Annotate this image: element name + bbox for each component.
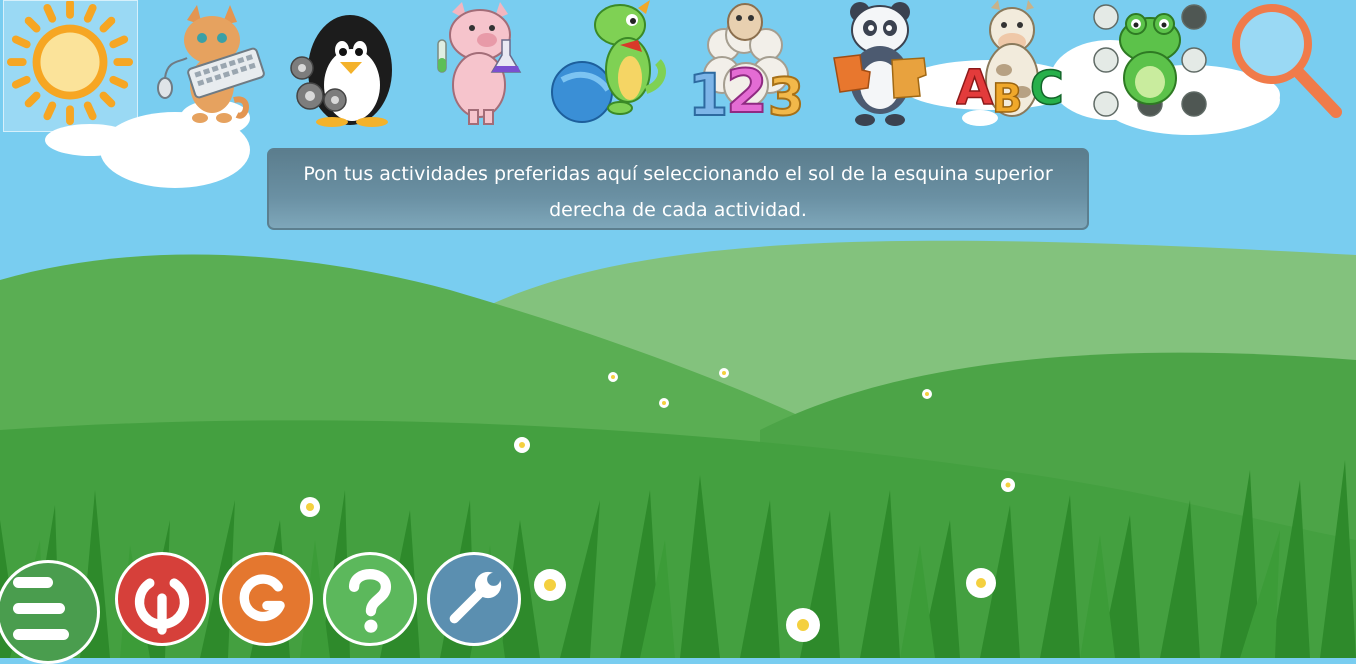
activity-scene: 1 2 3 A B C Pon tus actividades preferid… bbox=[0, 0, 1356, 664]
hamburger-icon bbox=[0, 563, 97, 661]
category-math[interactable]: 1 2 3 bbox=[684, 0, 808, 130]
dragon-ball-icon bbox=[551, 0, 666, 123]
svg-text:A: A bbox=[956, 60, 993, 116]
svg-text:C: C bbox=[1030, 61, 1064, 115]
category-search[interactable] bbox=[1230, 0, 1344, 130]
help-button[interactable] bbox=[323, 552, 417, 646]
quit-button[interactable] bbox=[115, 552, 209, 646]
gcompris-g-icon bbox=[239, 574, 285, 622]
pig-scientist-icon bbox=[437, 2, 522, 125]
magnifier-icon bbox=[1232, 4, 1342, 118]
category-experiments[interactable] bbox=[432, 0, 524, 130]
panda-puzzle-icon bbox=[833, 2, 927, 126]
category-puzzle[interactable] bbox=[830, 0, 930, 130]
category-computer[interactable] bbox=[152, 0, 270, 130]
cow-letters-icon: A B C bbox=[956, 0, 1065, 123]
settings-button[interactable] bbox=[427, 552, 521, 646]
category-reading[interactable]: A B C bbox=[956, 0, 1068, 130]
instruction-banner: Pon tus actividades preferidas aquí sele… bbox=[267, 148, 1089, 230]
power-icon bbox=[134, 578, 190, 635]
penguin-gears-icon bbox=[290, 15, 392, 127]
menu-button[interactable] bbox=[0, 560, 100, 664]
category-strategy[interactable] bbox=[1088, 0, 1212, 130]
svg-text:B: B bbox=[992, 76, 1023, 122]
sun-icon bbox=[6, 1, 134, 126]
instruction-text: Pon tus actividades preferidas aquí sele… bbox=[303, 163, 1053, 221]
about-button[interactable] bbox=[219, 552, 313, 646]
sheep-numbers-icon: 1 2 3 bbox=[687, 3, 805, 130]
frog-game-icon bbox=[1093, 4, 1207, 117]
category-favorites[interactable] bbox=[3, 0, 138, 132]
svg-text:1: 1 bbox=[688, 61, 728, 129]
category-discovery[interactable] bbox=[280, 0, 405, 130]
wrench-icon bbox=[449, 571, 502, 624]
svg-text:3: 3 bbox=[768, 68, 804, 128]
cat-keyboard-icon bbox=[157, 5, 265, 123]
svg-text:2: 2 bbox=[726, 57, 768, 127]
question-icon bbox=[348, 569, 392, 633]
category-fun[interactable] bbox=[550, 0, 668, 130]
